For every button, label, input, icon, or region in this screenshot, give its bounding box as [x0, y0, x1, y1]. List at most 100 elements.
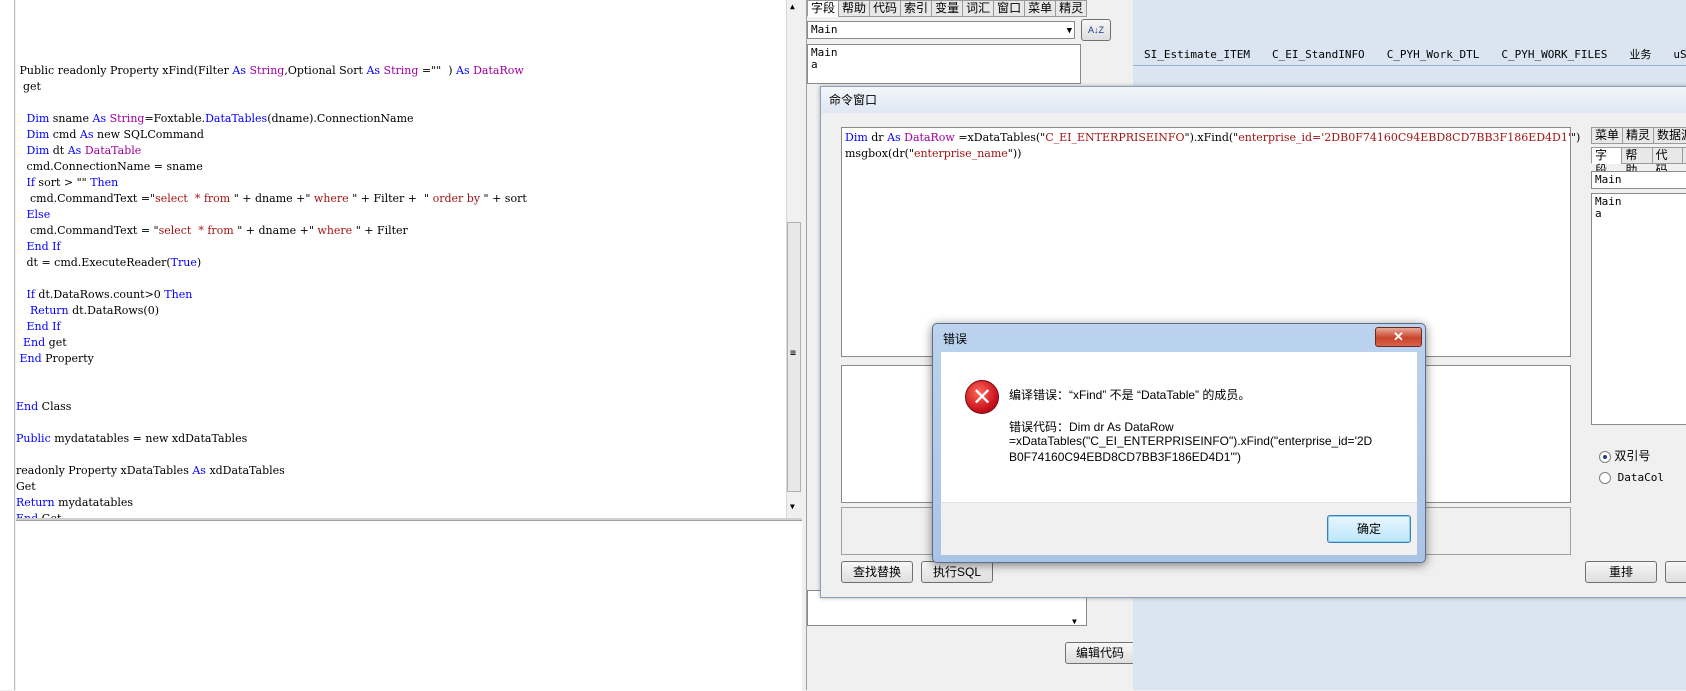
list-item[interactable]: Main — [1595, 196, 1686, 208]
error-code-line2: =xDataTables("C_EI_ENTERPRISEINFO").xFin… — [1009, 434, 1373, 448]
run-sql-button[interactable]: 执行SQL — [921, 561, 993, 583]
code-token: String — [383, 64, 419, 77]
panel-tab-8[interactable]: 精灵 — [1055, 0, 1088, 17]
side-member-list[interactable]: Main a — [1591, 193, 1686, 425]
table-tab-2[interactable]: C_PYH_Work_DTL — [1376, 48, 1491, 61]
code-token: " + dname +" — [237, 224, 314, 237]
code-line: dt = cmd.ExecuteReader(True) — [16, 255, 527, 271]
code-token: End — [16, 400, 42, 413]
side-tab-1[interactable]: 帮助 — [1621, 147, 1653, 177]
code-token: " + Filter — [355, 224, 408, 237]
panel-tab-6[interactable]: 窗口 — [993, 0, 1026, 17]
code-token: enterprise_name — [913, 147, 1008, 160]
code-token: mydatatables = new xdDataTables — [54, 432, 248, 445]
side-tab-0[interactable]: 字段 — [1591, 147, 1623, 177]
close-button[interactable]: ✕ — [1375, 327, 1422, 347]
ok-button[interactable]: 确定 — [1327, 515, 1411, 543]
error-dialog: 错误 ✕ ✕ 编译错误：“xFind” 不是 “DataTable” 的成员。 … — [932, 323, 1426, 563]
list-item[interactable]: a — [1595, 208, 1686, 220]
code-token: cmd.ConnectionName = sname — [16, 160, 203, 173]
table-tab-1[interactable]: C_EI_StandINFO — [1261, 48, 1376, 61]
list-item[interactable]: a — [811, 59, 1077, 71]
side-tab-top-2[interactable]: 数据源 — [1653, 127, 1686, 144]
code-line — [16, 383, 527, 399]
code-token: DataTable — [84, 144, 142, 157]
code-token: ")) — [1007, 147, 1022, 160]
code-token: select * from — [155, 192, 234, 205]
edit-code-button[interactable]: 编辑代码 — [1065, 642, 1135, 664]
table-tabs: SI_Estimate_ITEM C_EI_StandINFO C_PYH_Work… — [1133, 43, 1686, 66]
sort-button[interactable]: A↓Z — [1081, 19, 1111, 41]
code-token: If — [26, 288, 39, 301]
find-replace-button[interactable]: 查找替换 — [841, 561, 913, 583]
panel-tab-2[interactable]: 代码 — [869, 0, 902, 17]
code-token: As — [232, 64, 250, 77]
code-token: " + Filter + " — [352, 192, 430, 205]
table-tab-5[interactable]: uSysConfig — [1662, 48, 1686, 61]
editor-scroll-thumb[interactable]: ≡ — [787, 222, 801, 492]
side-combo[interactable]: Main — [1591, 171, 1686, 189]
code-token: get — [48, 336, 67, 349]
code-token: dr — [871, 131, 888, 144]
side-combo-value: Main — [1595, 173, 1622, 186]
code-token: " + sort — [483, 192, 527, 205]
code-line — [16, 271, 527, 287]
code-token: DataRow — [473, 64, 524, 77]
code-token: Public readonly Property xFind(Filter — [16, 64, 233, 77]
code-token: sort > "" — [38, 176, 91, 189]
rearrange-button[interactable]: 重排 — [1585, 561, 1657, 583]
sort-az-icon: A↓Z — [1087, 25, 1104, 35]
code-token: readonly Property xDataTables — [16, 464, 193, 477]
extra-button[interactable] — [1665, 561, 1686, 583]
member-list[interactable]: Main a — [807, 44, 1081, 84]
panel-tab-5[interactable]: 词汇 — [962, 0, 995, 17]
table-tab-0[interactable]: SI_Estimate_ITEM — [1133, 48, 1261, 61]
scroll-down-arrow[interactable]: ▼ — [790, 502, 795, 511]
side-tab-top-1[interactable]: 精灵 — [1622, 127, 1655, 144]
side-tab-2[interactable]: 代码 — [1651, 147, 1683, 177]
command-side-panel: 菜单精灵数据源 字段帮助代码变 Main Maina 双引号 DataCol — [1591, 127, 1686, 547]
list-item[interactable]: Main — [811, 47, 1077, 59]
radio-double-quote[interactable]: 双引号 — [1599, 447, 1650, 464]
code-line: End get — [16, 335, 527, 351]
code-token: order by — [429, 192, 484, 205]
code-token: As — [456, 64, 474, 77]
code-token: msgbox(dr(" — [845, 147, 914, 160]
code-line: Public mydatatables = new xdDataTables — [16, 431, 527, 447]
panel-tab-3[interactable]: 索引 — [900, 0, 933, 17]
table-tab-3[interactable]: C_PYH_WORK_FILES — [1490, 48, 1618, 61]
chevron-down-icon: ▼ — [1072, 617, 1077, 626]
object-combo[interactable]: Main ▼ — [807, 21, 1075, 39]
error-code-label: 错误代码：Dim dr As DataRow — [1009, 420, 1174, 434]
code-line — [16, 31, 527, 47]
error-dialog-title: 错误 — [943, 332, 968, 346]
radio-datacol[interactable]: DataCol — [1599, 471, 1664, 484]
code-token: DataRow — [904, 131, 955, 144]
panel-tab-1[interactable]: 帮助 — [838, 0, 871, 17]
side-tab-3[interactable]: 变 — [1681, 147, 1686, 164]
table-tab-4[interactable]: 业务 — [1618, 46, 1662, 62]
panel-tab-0[interactable]: 字段 — [807, 0, 840, 17]
code-token: dt = cmd.ExecuteReader( — [16, 256, 171, 269]
code-token: xdDataTables — [209, 464, 285, 477]
code-token: where — [313, 224, 356, 237]
code-line: If sort > "" Then — [16, 175, 527, 191]
code-token: End If — [26, 320, 61, 333]
code-editor[interactable]: Public readonly Property xFind(Filter As… — [16, 0, 795, 541]
scroll-up-arrow[interactable]: ▲ — [790, 2, 795, 11]
side-tab-top-0[interactable]: 菜单 — [1591, 127, 1624, 144]
code-token: C_EI_ENTERPRISEINFO — [1045, 131, 1185, 144]
error-code-line3: B0F74160C94EBD8CD7BB3F186ED4D1'") — [1009, 450, 1242, 464]
code-line: Get — [16, 479, 527, 495]
output-pane[interactable] — [16, 520, 802, 691]
panel-tab-7[interactable]: 菜单 — [1024, 0, 1057, 17]
code-token: (dname).ConnectionName — [267, 112, 414, 125]
panel-tab-4[interactable]: 变量 — [931, 0, 964, 17]
